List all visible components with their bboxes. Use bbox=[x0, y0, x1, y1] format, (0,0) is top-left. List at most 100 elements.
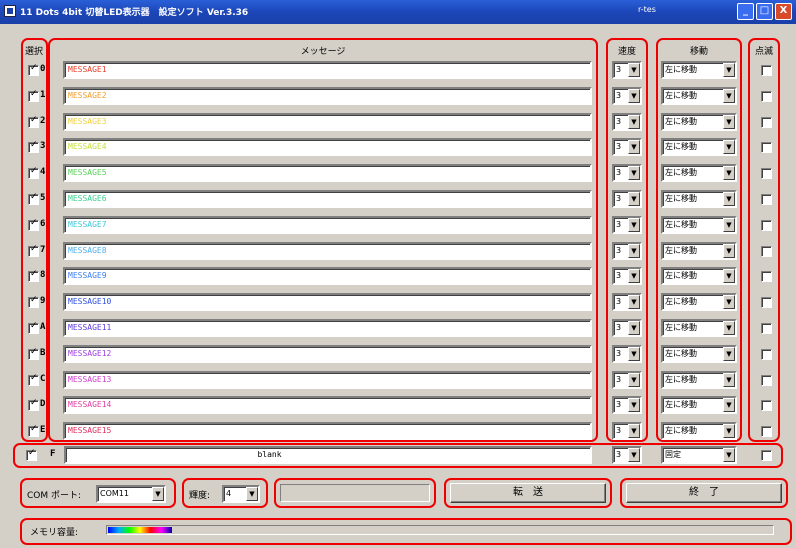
blank-row-checkbox[interactable] bbox=[26, 448, 37, 461]
row-speed-select[interactable]: 3 ▼ bbox=[612, 241, 642, 260]
row-speed-select[interactable]: 3 ▼ bbox=[612, 396, 642, 415]
title-right-label: r-tes bbox=[638, 5, 656, 14]
row-message-input[interactable]: MESSAGE9 bbox=[63, 267, 592, 286]
row-move-select[interactable]: 左に移動 ▼ bbox=[661, 112, 737, 131]
row-move-select[interactable]: 左に移動 ▼ bbox=[661, 164, 737, 183]
row-select-checkbox[interactable] bbox=[28, 398, 39, 412]
row-speed-select[interactable]: 3 ▼ bbox=[612, 61, 642, 79]
row-speed-value: 3 bbox=[616, 90, 622, 100]
row-select-checkbox[interactable] bbox=[28, 321, 39, 334]
message-row: E MESSAGE15 3 ▼ 左に移動 ▼ bbox=[0, 421, 796, 442]
row-move-value: 左に移動 bbox=[665, 426, 697, 436]
row-blink-checkbox[interactable] bbox=[761, 348, 772, 360]
minimize-button[interactable]: _ bbox=[737, 3, 754, 20]
row-select-checkbox[interactable] bbox=[28, 347, 39, 360]
row-message-input[interactable]: MESSAGE14 bbox=[63, 396, 592, 415]
row-move-select[interactable]: 左に移動 ▼ bbox=[661, 267, 737, 286]
row-message-input[interactable]: MESSAGE3 bbox=[63, 112, 592, 131]
maximize-button[interactable]: □ bbox=[756, 3, 773, 20]
row-select-checkbox[interactable] bbox=[28, 424, 39, 438]
row-move-select[interactable]: 左に移動 ▼ bbox=[661, 344, 737, 363]
row-message-input[interactable]: MESSAGE7 bbox=[63, 215, 592, 234]
row-select-checkbox[interactable] bbox=[28, 166, 39, 180]
row-speed-select[interactable]: 3 ▼ bbox=[612, 422, 642, 441]
row-message-input[interactable]: MESSAGE6 bbox=[63, 190, 592, 208]
row-select-checkbox[interactable] bbox=[28, 89, 39, 102]
row-message-input[interactable]: MESSAGE11 bbox=[63, 319, 592, 337]
row-message-input[interactable]: MESSAGE15 bbox=[63, 422, 592, 441]
row-message-input[interactable]: MESSAGE13 bbox=[63, 370, 592, 389]
memory-label: メモリ容量: bbox=[30, 528, 79, 538]
row-blink-checkbox[interactable] bbox=[761, 426, 772, 438]
chevron-down-icon: ▼ bbox=[628, 88, 640, 103]
row-speed-select[interactable]: 3 ▼ bbox=[612, 215, 642, 234]
transfer-button[interactable]: 転 送 bbox=[450, 483, 606, 503]
blank-row-message[interactable]: blank bbox=[64, 446, 592, 464]
row-speed-select[interactable]: 3 ▼ bbox=[612, 138, 642, 157]
row-speed-select[interactable]: 3 ▼ bbox=[612, 190, 642, 208]
row-blink-checkbox[interactable] bbox=[761, 374, 772, 386]
row-select-checkbox[interactable] bbox=[28, 63, 39, 76]
chevron-down-icon: ▼ bbox=[723, 269, 735, 284]
brightness-value: 4 bbox=[226, 489, 232, 498]
row-blink-checkbox[interactable] bbox=[761, 90, 772, 102]
row-blink-checkbox[interactable] bbox=[761, 245, 772, 257]
row-speed-select[interactable]: 3 ▼ bbox=[612, 293, 642, 312]
row-blink-checkbox[interactable] bbox=[761, 194, 772, 205]
row-blink-checkbox[interactable] bbox=[761, 400, 772, 412]
blank-row-blink-checkbox[interactable] bbox=[761, 450, 772, 461]
row-move-select[interactable]: 左に移動 ▼ bbox=[661, 138, 737, 157]
com-port-select[interactable]: COM11 ▼ bbox=[96, 485, 166, 503]
row-speed-select[interactable]: 3 ▼ bbox=[612, 267, 642, 286]
row-select-checkbox[interactable] bbox=[28, 192, 39, 205]
row-select-checkbox[interactable] bbox=[28, 140, 39, 154]
row-message-input[interactable]: MESSAGE1 bbox=[63, 61, 592, 79]
row-blink-checkbox[interactable] bbox=[761, 271, 772, 283]
row-blink-checkbox[interactable] bbox=[761, 219, 772, 231]
row-select-checkbox[interactable] bbox=[28, 269, 39, 283]
row-message-input[interactable]: MESSAGE8 bbox=[63, 241, 592, 260]
row-move-select[interactable]: 左に移動 ▼ bbox=[661, 241, 737, 260]
row-move-select[interactable]: 左に移動 ▼ bbox=[661, 370, 737, 389]
row-speed-value: 3 bbox=[616, 348, 622, 358]
blank-row-speed-select[interactable]: 3 ▼ bbox=[612, 446, 642, 464]
row-select-checkbox[interactable] bbox=[28, 115, 39, 128]
row-move-value: 左に移動 bbox=[665, 194, 697, 203]
row-move-select[interactable]: 左に移動 ▼ bbox=[661, 61, 737, 79]
row-blink-checkbox[interactable] bbox=[761, 116, 772, 128]
row-hex-label: B bbox=[40, 347, 46, 358]
row-select-checkbox[interactable] bbox=[28, 295, 39, 309]
row-message-input[interactable]: MESSAGE5 bbox=[63, 164, 592, 183]
row-move-select[interactable]: 左に移動 ▼ bbox=[661, 190, 737, 208]
row-message-input[interactable]: MESSAGE10 bbox=[63, 293, 592, 312]
row-speed-select[interactable]: 3 ▼ bbox=[612, 370, 642, 389]
chevron-down-icon: ▼ bbox=[723, 88, 735, 103]
row-move-select[interactable]: 左に移動 ▼ bbox=[661, 293, 737, 312]
row-move-select[interactable]: 左に移動 ▼ bbox=[661, 86, 737, 105]
row-select-checkbox[interactable] bbox=[28, 244, 39, 257]
row-speed-select[interactable]: 3 ▼ bbox=[612, 164, 642, 183]
row-move-select[interactable]: 左に移動 ▼ bbox=[661, 396, 737, 415]
row-speed-select[interactable]: 3 ▼ bbox=[612, 344, 642, 363]
row-speed-select[interactable]: 3 ▼ bbox=[612, 112, 642, 131]
blank-row-move-select[interactable]: 固定 ▼ bbox=[661, 446, 737, 464]
row-blink-checkbox[interactable] bbox=[761, 323, 772, 334]
row-message-input[interactable]: MESSAGE12 bbox=[63, 344, 592, 363]
row-blink-checkbox[interactable] bbox=[761, 297, 772, 309]
close-button[interactable]: X bbox=[775, 3, 792, 20]
row-select-checkbox[interactable] bbox=[28, 373, 39, 386]
row-blink-checkbox[interactable] bbox=[761, 65, 772, 76]
row-speed-select[interactable]: 3 ▼ bbox=[612, 86, 642, 105]
row-move-select[interactable]: 左に移動 ▼ bbox=[661, 319, 737, 337]
row-move-select[interactable]: 左に移動 ▼ bbox=[661, 422, 737, 441]
row-message-input[interactable]: MESSAGE4 bbox=[63, 138, 592, 157]
row-blink-checkbox[interactable] bbox=[761, 142, 772, 154]
row-speed-select[interactable]: 3 ▼ bbox=[612, 319, 642, 337]
row-move-select[interactable]: 左に移動 ▼ bbox=[661, 215, 737, 234]
row-blink-checkbox[interactable] bbox=[761, 168, 772, 180]
row-message-input[interactable]: MESSAGE2 bbox=[63, 86, 592, 105]
brightness-select[interactable]: 4 ▼ bbox=[222, 485, 260, 503]
exit-button[interactable]: 終 了 bbox=[626, 483, 782, 503]
row-select-checkbox[interactable] bbox=[28, 218, 39, 231]
title-bar[interactable]: 11 Dots 4bit 切替LED表示器 設定ソフト Ver.3.36 r-t… bbox=[0, 0, 796, 24]
